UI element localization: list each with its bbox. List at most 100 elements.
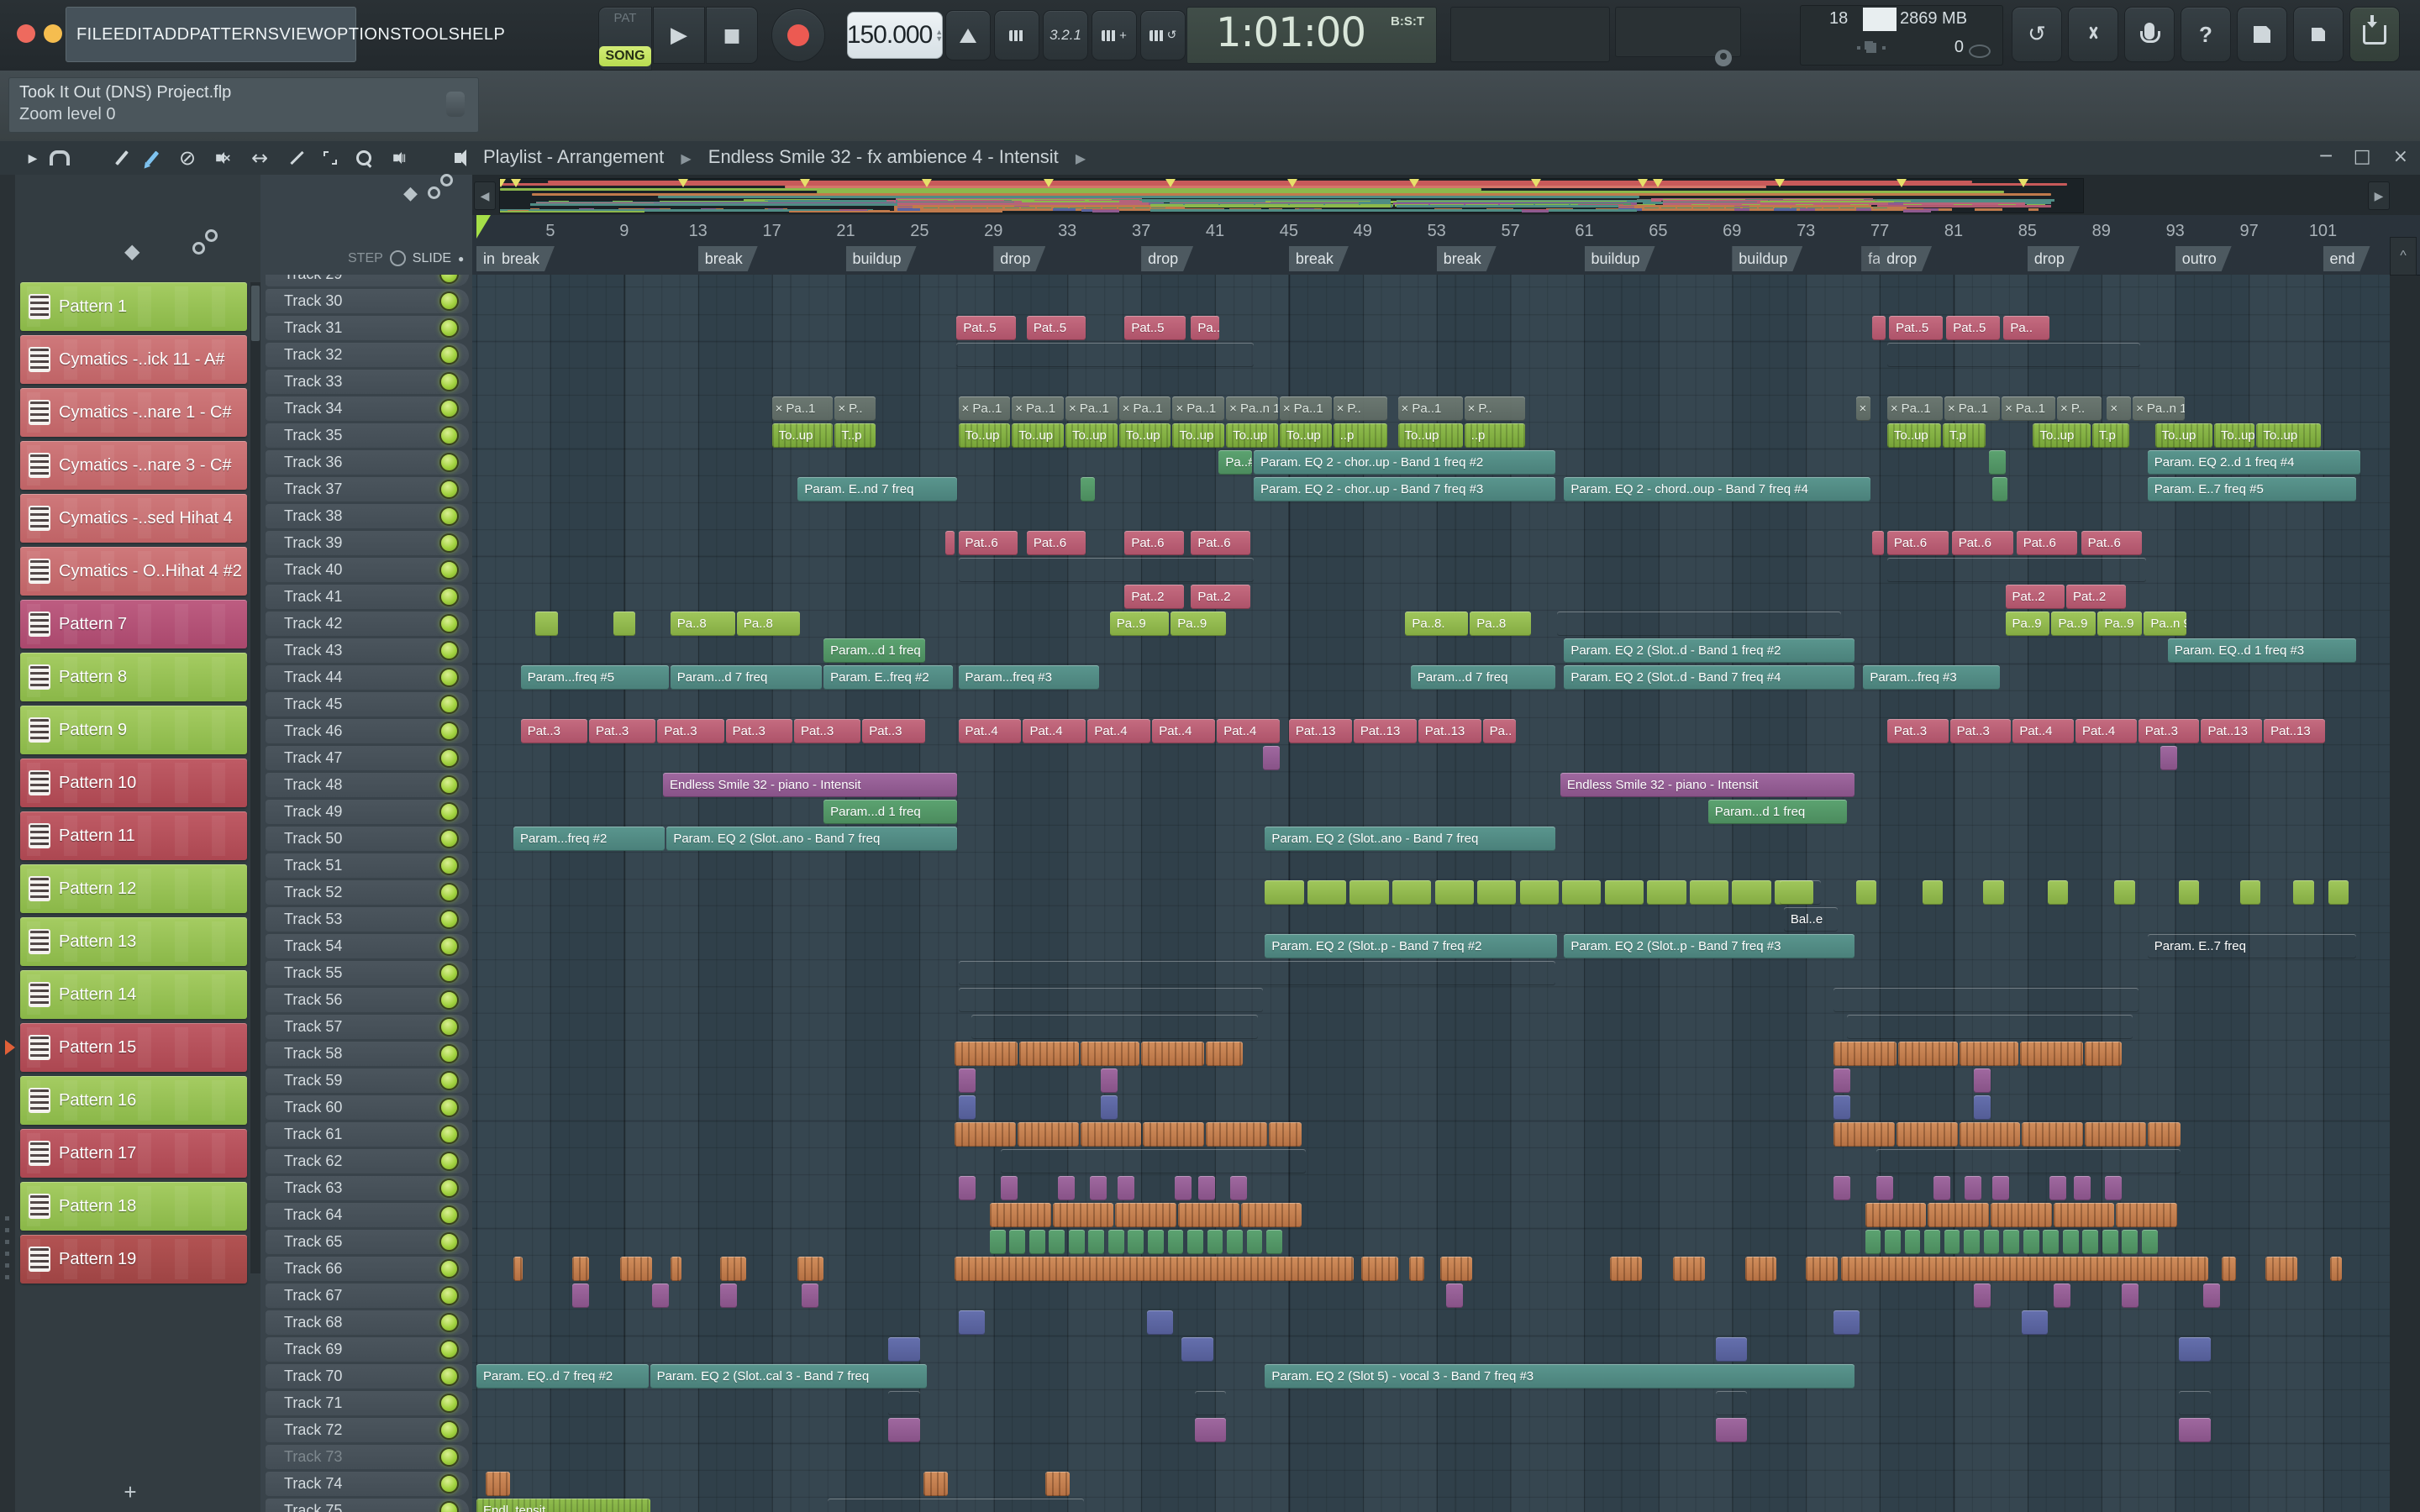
automation-clip[interactable] xyxy=(1128,1230,1144,1254)
track-header-track-45[interactable]: Track 45 xyxy=(266,692,469,717)
pattern-clip[interactable]: Pa..9 xyxy=(2097,612,2143,636)
playback-tool-icon[interactable]: ‖ xyxy=(387,148,412,168)
track-header-track-55[interactable]: Track 55 xyxy=(266,961,469,985)
stacked-pattern-clips[interactable] xyxy=(1887,343,2140,367)
automation-clip[interactable] xyxy=(1181,1337,1213,1362)
automation-clip[interactable] xyxy=(2003,1230,2019,1254)
audio-clip[interactable] xyxy=(1019,1042,1079,1066)
audio-clip[interactable] xyxy=(1991,1203,2052,1227)
stacked-pattern-clips[interactable] xyxy=(956,343,1254,367)
audio-hits[interactable] xyxy=(971,1015,1258,1039)
mute-tool-icon[interactable]: × xyxy=(210,148,235,168)
pattern-clip[interactable]: Pat..2 xyxy=(1124,585,1184,609)
pattern-clip[interactable] xyxy=(535,612,558,636)
pattern-clip[interactable]: Pat..4 xyxy=(1023,719,1086,743)
automation-clip[interactable] xyxy=(2049,1176,2067,1200)
automation-clip[interactable] xyxy=(2141,1230,2158,1254)
pattern-clip[interactable] xyxy=(1872,531,1884,555)
wait-for-input-button[interactable] xyxy=(994,10,1039,60)
pattern-clip[interactable]: Pat..6 xyxy=(1951,531,2013,555)
pattern-clip[interactable]: Pat..5 xyxy=(1026,316,1086,340)
pattern-item-pattern-1[interactable]: Pattern 1 xyxy=(20,282,247,331)
timeline-marker-outro[interactable]: outro xyxy=(2175,246,2232,271)
track-mute-led[interactable] xyxy=(439,775,459,795)
pattern-clip[interactable] xyxy=(1922,880,1943,905)
track-mute-led[interactable] xyxy=(439,275,459,284)
audio-clip[interactable] xyxy=(955,1122,1016,1147)
track-header-track-29[interactable]: Track 29 xyxy=(266,275,469,286)
automation-clip[interactable] xyxy=(958,1310,985,1335)
track-header-track-40[interactable]: Track 40 xyxy=(266,558,469,582)
automation-clip[interactable] xyxy=(958,1095,976,1120)
automation-clip[interactable]: Param. E..7 freq xyxy=(2148,934,2357,958)
audio-clip[interactable]: To..up xyxy=(1398,423,1463,448)
track-header-track-73[interactable]: Track 73 xyxy=(266,1445,469,1469)
track-mute-led[interactable] xyxy=(439,560,459,580)
audio-clip[interactable] xyxy=(513,1257,523,1281)
sparkle-icon[interactable]: ◆ xyxy=(124,239,139,263)
audio-clip[interactable] xyxy=(1269,1122,1302,1147)
pattern-clip[interactable]: Pat..5 xyxy=(1124,316,1186,340)
automation-clip[interactable] xyxy=(1445,1284,1463,1308)
automation-clip[interactable]: Param...freq #3 xyxy=(958,665,1099,690)
audio-clip[interactable] xyxy=(620,1257,652,1281)
track-mute-led[interactable] xyxy=(439,399,459,418)
track-header-track-68[interactable]: Track 68 xyxy=(266,1310,469,1335)
automation-clip[interactable] xyxy=(2073,1176,2091,1200)
audio-clip[interactable] xyxy=(2116,1203,2177,1227)
track-mute-led[interactable] xyxy=(439,1367,459,1386)
pattern-item-pattern-10[interactable]: Pattern 10 xyxy=(20,759,247,807)
muted-pattern-clip[interactable]: × Pa..1 xyxy=(1065,396,1118,421)
preview-speaker-icon[interactable] xyxy=(445,148,471,168)
automation-clip[interactable] xyxy=(888,1337,920,1362)
automation-clip[interactable] xyxy=(801,1284,818,1308)
automation-clip[interactable]: Param. EQ 2..d 1 freq #4 xyxy=(2147,450,2360,475)
pattern-clip[interactable] xyxy=(1434,880,1474,905)
automation-clip[interactable] xyxy=(1229,1176,1247,1200)
automation-clip[interactable] xyxy=(2160,746,2178,770)
audio-clip[interactable]: To..up xyxy=(772,423,834,448)
automation-clip[interactable] xyxy=(1100,1068,1118,1093)
pattern-clip[interactable] xyxy=(1307,880,1347,905)
audio-clip[interactable]: T.p xyxy=(2092,423,2129,448)
timeline-marker-buildup[interactable]: buildup xyxy=(846,246,917,271)
automation-clip[interactable] xyxy=(2082,1230,2099,1254)
timeline-ruler[interactable]: 5 9 13 17 21 25 29 33 37 41 45 49 53 57 61 65 69 73 77 81 85… xyxy=(472,215,2420,276)
track-header-track-70[interactable]: Track 70 xyxy=(266,1364,469,1389)
pattern-clip[interactable] xyxy=(2179,880,2200,905)
pattern-clip[interactable]: Pa..9 xyxy=(1109,612,1170,636)
pattern-clip[interactable] xyxy=(945,531,955,555)
pattern-item-pattern-9[interactable]: Pattern 9 xyxy=(20,706,247,754)
muted-pattern-clip[interactable]: × Pa..1 xyxy=(1012,396,1064,421)
menu-item-edit[interactable]: EDIT xyxy=(113,25,153,45)
automation-clip[interactable] xyxy=(1885,1230,1901,1254)
delete-tool-icon[interactable]: ⊘ xyxy=(175,146,200,170)
pattern-clip[interactable]: Pa.. xyxy=(2003,316,2050,340)
pattern-clip[interactable] xyxy=(1689,880,1729,905)
diamond-icon[interactable]: ◆ xyxy=(403,183,418,204)
automation-clip[interactable] xyxy=(1865,1230,1881,1254)
audio-clip[interactable] xyxy=(2265,1257,2297,1281)
track-header-track-61[interactable]: Track 61 xyxy=(266,1122,469,1147)
automation-clip[interactable] xyxy=(1944,1230,1960,1254)
automation-clip[interactable] xyxy=(1146,1310,1173,1335)
audio-clip[interactable] xyxy=(486,1472,510,1496)
audio-clip[interactable] xyxy=(1833,1042,1897,1066)
pattern-clip[interactable]: Pat..13 xyxy=(2201,719,2263,743)
automation-clip[interactable]: Param. EQ 2 (Slot..p - Band 7 freq #3 xyxy=(1564,934,1854,958)
audio-clip[interactable]: To..up xyxy=(1172,423,1224,448)
play-button[interactable]: ▶ xyxy=(653,7,705,64)
timeline-collapse-button[interactable]: ^ xyxy=(2390,237,2417,276)
magnet-tool-icon[interactable] xyxy=(47,148,72,168)
pattern-item-pattern-12[interactable]: Pattern 12 xyxy=(20,864,247,913)
timeline-marker-buildup[interactable]: buildup xyxy=(1732,246,1802,271)
audio-clip[interactable] xyxy=(1673,1257,1705,1281)
automation-clip[interactable] xyxy=(1088,1230,1105,1254)
track-header-track-64[interactable]: Track 64 xyxy=(266,1203,469,1227)
audio-clip[interactable] xyxy=(797,1257,823,1281)
pattern-item-pattern-11[interactable]: Pattern 11 xyxy=(20,811,247,860)
metronome-button[interactable] xyxy=(945,10,991,60)
automation-clip[interactable] xyxy=(1195,1391,1227,1415)
song-mode-label[interactable]: SONG xyxy=(599,46,651,66)
automation-clip[interactable] xyxy=(1833,1095,1851,1120)
